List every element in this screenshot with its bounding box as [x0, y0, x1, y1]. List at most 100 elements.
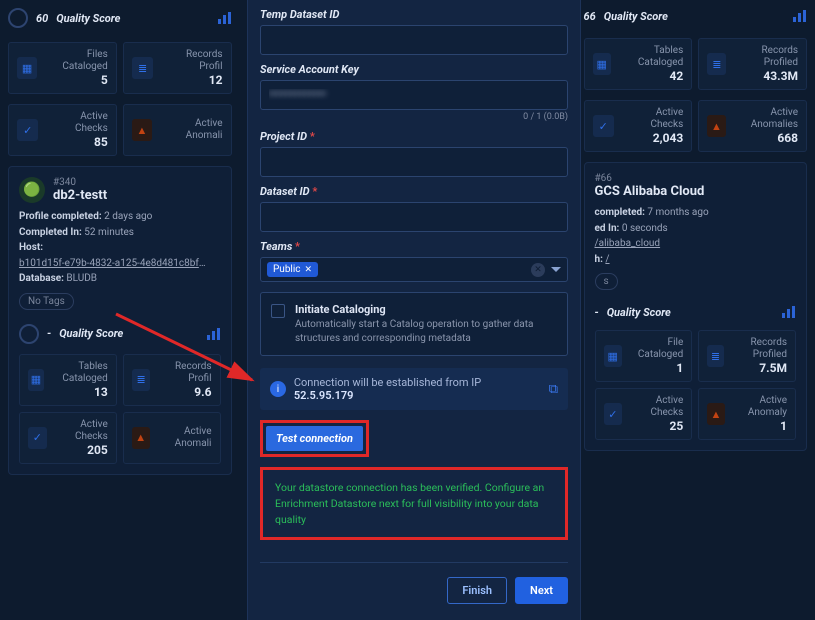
metric-tile[interactable]: ≣Records Profiled43.3M — [698, 38, 807, 90]
tile-label: File Cataloged — [630, 337, 683, 361]
project-id-input[interactable] — [260, 147, 568, 177]
tile-label: Files Cataloged — [45, 49, 108, 73]
clear-icon[interactable]: ✕ — [531, 263, 545, 277]
team-chip[interactable]: Public ✕ — [267, 262, 318, 277]
chart-icon[interactable] — [216, 10, 232, 26]
warn-icon: ▲ — [132, 427, 150, 449]
grid-icon: ▦ — [604, 345, 622, 367]
datastore-card[interactable]: #66 GCS Alibaba Cloud completed: 7 month… — [584, 162, 808, 451]
metric-tile[interactable]: ✓Active Checks205 — [19, 412, 117, 464]
meta-label: completed: — [595, 207, 645, 218]
warn-icon: ▲ — [132, 119, 152, 141]
score-ring-icon — [19, 324, 39, 344]
next-button[interactable]: Next — [515, 577, 568, 604]
meta-label: Host: — [19, 242, 43, 253]
list-icon: ≣ — [707, 345, 724, 367]
tile-label: Tables Cataloged — [619, 45, 683, 69]
metric-tile[interactable]: ▦Files Cataloged5 — [8, 42, 117, 94]
meta-value: 7 months ago — [647, 207, 708, 218]
catalog-desc: Automatically start a Catalog operation … — [295, 318, 557, 345]
metric-tile[interactable]: ✓Active Checks85 — [8, 104, 117, 156]
meta-label: Profile completed: — [19, 211, 102, 222]
grid-icon: ▦ — [28, 369, 44, 391]
metric-tile[interactable]: ▦Tables Cataloged13 — [19, 354, 117, 406]
quality-score-header: 60 Quality Score — [8, 4, 232, 32]
metric-tile[interactable]: ▦Tables Cataloged42 — [584, 38, 693, 90]
tile-value: 5 — [45, 73, 108, 87]
chart-icon[interactable] — [205, 326, 221, 342]
check-icon: ✓ — [17, 119, 38, 141]
dataset-id-label: Dataset ID — [260, 185, 568, 198]
service-account-key-input[interactable] — [260, 80, 568, 110]
card-seq: #340 — [53, 177, 107, 188]
tile-value: 1 — [733, 419, 787, 433]
initiate-cataloging-option[interactable]: Initiate Cataloging Automatically start … — [260, 292, 568, 356]
score-value: 66 — [584, 10, 596, 23]
tag-chip[interactable]: No Tags — [19, 293, 74, 310]
temp-dataset-label: Temp Dataset ID — [260, 8, 568, 21]
tile-label: Active Checks — [622, 107, 683, 131]
check-icon: ✓ — [28, 427, 47, 449]
list-icon: ≣ — [132, 369, 151, 391]
tag-chip[interactable]: s — [595, 273, 618, 290]
chart-icon[interactable] — [780, 304, 796, 320]
datastore-card[interactable]: 🟢 #340 db2-testt Profile completed: 2 da… — [8, 166, 232, 475]
copy-icon[interactable]: ⧉ — [549, 382, 558, 397]
list-icon: ≣ — [132, 57, 154, 79]
tile-value: 42 — [619, 69, 683, 83]
metric-tile[interactable]: ▲Active Anomaly1 — [698, 388, 796, 440]
tile-value: 668 — [734, 131, 798, 145]
project-id-label: Project ID — [260, 130, 568, 143]
tile-value: 2,043 — [622, 131, 683, 145]
tile-label: Records Profiled — [734, 45, 798, 69]
metric-tile[interactable]: ≣Records Profiled7.5M — [698, 330, 796, 382]
info-icon: i — [270, 381, 286, 397]
host-link[interactable]: /alibaba_cloud — [595, 238, 661, 249]
ip-address: 52.5.95.179 — [294, 389, 354, 402]
meta-label: h: — [595, 254, 603, 265]
metric-tile[interactable]: ✓Active Checks2,043 — [584, 100, 693, 152]
chevron-down-icon[interactable] — [551, 267, 561, 272]
tile-value: 205 — [55, 443, 108, 457]
tile-label: Active Anomalies — [734, 107, 798, 131]
meta-value: 2 days ago — [104, 211, 152, 222]
tile-label: Active Anomaly — [733, 395, 787, 419]
tile-label: Active Checks — [46, 111, 107, 135]
metric-tile[interactable]: ✓Active Checks25 — [595, 388, 693, 440]
metric-tile[interactable]: ≣Records Profil9.6 — [123, 354, 221, 406]
score-label: Quality Score — [607, 306, 671, 319]
dataset-id-input[interactable] — [260, 202, 568, 232]
tile-label: Active Checks — [630, 395, 683, 419]
score-ring-icon — [8, 8, 28, 28]
metric-tile[interactable]: ▦File Cataloged1 — [595, 330, 693, 382]
ip-info-bar: i Connection will be established from IP… — [260, 368, 568, 410]
test-connection-button[interactable]: Test connection — [266, 426, 363, 451]
tile-label: Records Profil — [161, 49, 222, 73]
metric-tile[interactable]: ≣Records Profil12 — [123, 42, 232, 94]
tile-value: 9.6 — [158, 385, 211, 399]
card-name: GCS Alibaba Cloud — [595, 184, 705, 199]
score-value: - — [47, 327, 51, 340]
meta-value: 52 minutes — [84, 227, 134, 238]
chart-icon[interactable] — [791, 8, 807, 24]
meta-label: ed In: — [595, 223, 620, 234]
teams-select[interactable]: Public ✕ ✕ — [260, 257, 568, 282]
finish-button[interactable]: Finish — [447, 577, 507, 604]
tile-label: Active Anomali — [158, 426, 212, 450]
tile-label: Active Anomali — [160, 118, 222, 142]
chip-label: Public — [273, 264, 301, 275]
tile-label: Tables Cataloged — [52, 361, 108, 385]
test-connection-highlight: Test connection — [260, 420, 369, 457]
metric-tile[interactable]: ▲ Active Anomali — [123, 104, 232, 156]
metric-tile[interactable]: ▲ Active Anomalies668 — [698, 100, 807, 152]
list-icon: ≣ — [707, 53, 726, 75]
metric-tile[interactable]: ▲ Active Anomali — [123, 412, 221, 464]
temp-dataset-input[interactable] — [260, 25, 568, 55]
catalog-checkbox[interactable] — [271, 304, 285, 318]
tile-label: Records Profiled — [732, 337, 787, 361]
close-icon[interactable]: ✕ — [305, 265, 313, 275]
host-link[interactable]: b101d15f-e79b-4832-a125-4e8d481c8bf4.bs2… — [19, 256, 209, 272]
score-value: 60 — [36, 12, 48, 25]
success-message: Your datastore connection has been verif… — [260, 467, 568, 540]
warn-icon: ▲ — [707, 115, 725, 137]
